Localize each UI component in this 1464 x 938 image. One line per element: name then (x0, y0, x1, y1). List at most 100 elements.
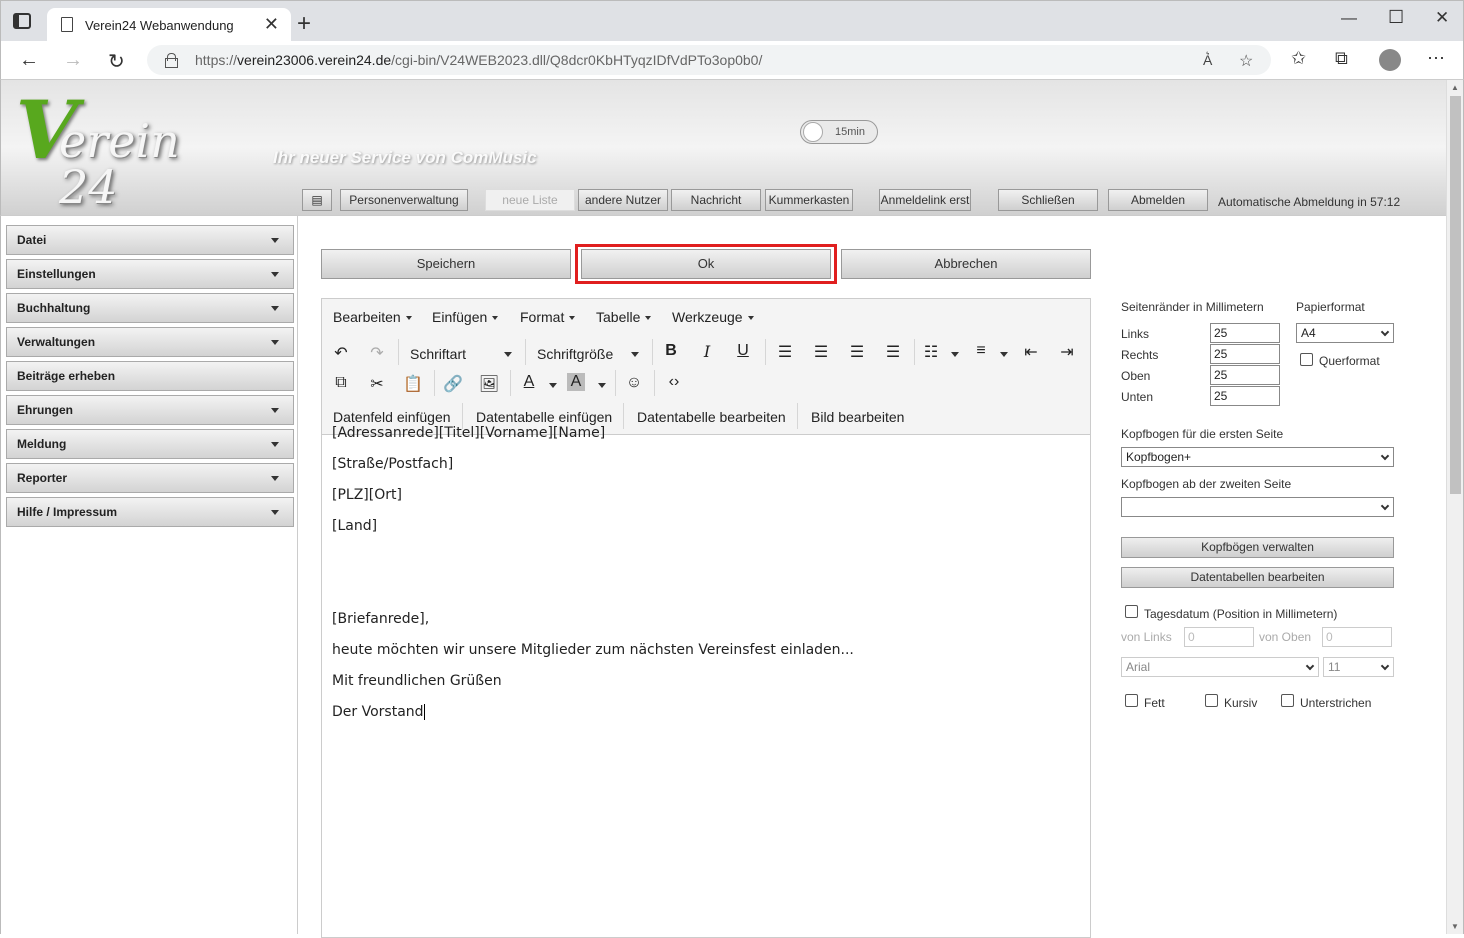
reload-icon[interactable]: ↻ (108, 49, 125, 74)
underline-icon[interactable]: U (732, 342, 754, 360)
personenverwaltung-button[interactable]: Personenverwaltung (340, 189, 468, 211)
sidebar-item-ehrungen[interactable]: Ehrungen (6, 395, 294, 425)
align-center-icon[interactable]: ☰ (810, 342, 832, 362)
scroll-up-icon[interactable]: ▲ (1451, 83, 1459, 92)
copy-icon[interactable]: ⧉ (330, 374, 352, 392)
chevron-down-icon[interactable] (631, 352, 639, 357)
align-right-icon[interactable]: ☰ (846, 342, 868, 362)
chevron-down-icon[interactable] (598, 383, 606, 388)
emoticon-icon[interactable]: ☺ (623, 374, 645, 392)
font-family-select[interactable]: Schriftart (410, 346, 466, 362)
manage-letterheads-button[interactable]: Kopfbögen verwalten (1121, 537, 1394, 558)
from-left-input[interactable]: 0 (1184, 627, 1254, 647)
font-size-select[interactable]: Schriftgröße (537, 346, 613, 362)
paper-format-select[interactable]: A4 (1296, 323, 1394, 343)
datentabelle-bearbeiten-button[interactable]: Datentabelle bearbeiten (637, 409, 786, 425)
paste-icon[interactable]: 📋 (402, 374, 424, 394)
kummerkasten-button[interactable]: Kummerkasten (765, 189, 853, 211)
bottom-margin-input[interactable]: 25 (1210, 386, 1280, 406)
datenfeld-einfuegen-button[interactable]: Datenfeld einfügen (333, 409, 451, 425)
numbered-list-icon[interactable]: ≡ (970, 342, 992, 360)
url-field[interactable]: https://verein23006.verein24.de/cgi-bin/… (147, 45, 1271, 75)
redo-icon[interactable]: ↷ (366, 343, 388, 363)
date-font-select[interactable]: Arial (1121, 657, 1319, 677)
sidebar-item-verwaltungen[interactable]: Verwaltungen (6, 327, 294, 357)
abmelden-button[interactable]: Abmelden (1108, 189, 1208, 211)
scroll-down-icon[interactable]: ▼ (1451, 922, 1459, 931)
page-scrollbar[interactable]: ▲ ▼ (1446, 80, 1464, 934)
sidebar-item-meldung[interactable]: Meldung (6, 429, 294, 459)
new-tab-icon[interactable]: + (297, 10, 311, 38)
image-icon[interactable]: 🖼 (478, 374, 500, 394)
save-button[interactable]: Speichern (321, 249, 571, 279)
outdent-icon[interactable]: ⇤ (1020, 342, 1042, 362)
chevron-down-icon[interactable] (1000, 352, 1008, 357)
bold-icon[interactable]: B (660, 342, 682, 360)
top-margin-input[interactable]: 25 (1210, 365, 1280, 385)
browser-tab[interactable]: Verein24 Webanwendung ✕ (47, 8, 291, 42)
menu-tabelle[interactable]: Tabelle (596, 309, 651, 325)
bullet-list-icon[interactable]: ☷ (920, 342, 942, 362)
italic-icon[interactable]: I (696, 342, 718, 361)
neue-liste-button[interactable]: neue Liste (485, 189, 575, 211)
profile-avatar[interactable] (1379, 49, 1401, 71)
chevron-down-icon[interactable] (504, 352, 512, 357)
bild-bearbeiten-button[interactable]: Bild bearbeiten (811, 409, 904, 425)
sidebar-item-reporter[interactable]: Reporter (6, 463, 294, 493)
date-size-select[interactable]: 11 (1323, 657, 1394, 677)
indent-icon[interactable]: ⇥ (1056, 342, 1078, 362)
more-icon[interactable]: ⋯ (1427, 48, 1445, 69)
sidebar-item-datei[interactable]: Datei (6, 225, 294, 255)
maximize-icon[interactable]: ☐ (1388, 7, 1404, 28)
background-color-icon[interactable]: A (567, 373, 585, 391)
edit-datatables-button[interactable]: Datentabellen bearbeiten (1121, 567, 1394, 588)
anmeldelink-button[interactable]: Anmeldelink erst (879, 189, 971, 211)
collections-icon[interactable]: ⧉ (1335, 48, 1348, 69)
align-justify-icon[interactable]: ☰ (882, 342, 904, 362)
scrollbar-thumb[interactable] (1450, 96, 1461, 494)
favorites-icon[interactable]: ✩ (1291, 48, 1306, 69)
tab-actions-icon[interactable] (13, 13, 31, 29)
link-icon[interactable]: 🔗 (442, 374, 464, 394)
schliessen-button[interactable]: Schließen (998, 189, 1098, 211)
italic-checkbox[interactable] (1205, 694, 1218, 707)
tab-close-icon[interactable]: ✕ (264, 14, 279, 35)
menu-bearbeiten[interactable]: Bearbeiten (333, 309, 412, 325)
from-top-input[interactable]: 0 (1322, 627, 1392, 647)
read-aloud-icon[interactable]: A͛ (1203, 52, 1212, 68)
menu-format[interactable]: Format (520, 309, 575, 325)
menu-button[interactable]: ▤ (302, 189, 332, 211)
right-margin-input[interactable]: 25 (1210, 344, 1280, 364)
date-checkbox[interactable] (1125, 605, 1138, 618)
cut-icon[interactable]: ✂ (366, 374, 388, 394)
source-code-icon[interactable]: ‹› (663, 373, 685, 391)
sidebar-item-hilfe[interactable]: Hilfe / Impressum (6, 497, 294, 527)
chevron-down-icon[interactable] (951, 352, 959, 357)
letterhead-first-select[interactable]: Kopfbogen+ (1121, 447, 1394, 467)
andere-nutzer-button[interactable]: andere Nutzer (578, 189, 668, 211)
sidebar-item-einstellungen[interactable]: Einstellungen (6, 259, 294, 289)
menu-einfuegen[interactable]: Einfügen (432, 309, 498, 325)
cancel-button[interactable]: Abbrechen (841, 249, 1091, 279)
text-color-icon[interactable]: A (518, 373, 540, 391)
forward-icon[interactable]: → (63, 49, 83, 72)
bold-checkbox[interactable] (1125, 694, 1138, 707)
undo-icon[interactable]: ↶ (330, 343, 352, 363)
datentabelle-einfuegen-button[interactable]: Datentabelle einfügen (476, 409, 612, 425)
sidebar-item-buchhaltung[interactable]: Buchhaltung (6, 293, 294, 323)
left-margin-input[interactable]: 25 (1210, 323, 1280, 343)
align-left-icon[interactable]: ☰ (774, 342, 796, 362)
add-favorite-icon[interactable]: ☆ (1239, 51, 1253, 71)
chevron-down-icon[interactable] (549, 383, 557, 388)
landscape-checkbox[interactable] (1300, 353, 1313, 366)
sidebar-item-beitraege[interactable]: Beiträge erheben (6, 361, 294, 391)
back-icon[interactable]: ← (19, 49, 39, 72)
letterhead-second-select[interactable] (1121, 497, 1394, 517)
minimize-icon[interactable]: — (1341, 10, 1357, 28)
nachricht-button[interactable]: Nachricht (671, 189, 761, 211)
timer-toggle[interactable]: 15min (800, 120, 878, 144)
lock-icon[interactable] (165, 53, 178, 68)
underline-checkbox[interactable] (1281, 694, 1294, 707)
verein24-logo[interactable]: V erein 24 (5, 83, 249, 210)
menu-werkzeuge[interactable]: Werkzeuge (672, 309, 754, 325)
